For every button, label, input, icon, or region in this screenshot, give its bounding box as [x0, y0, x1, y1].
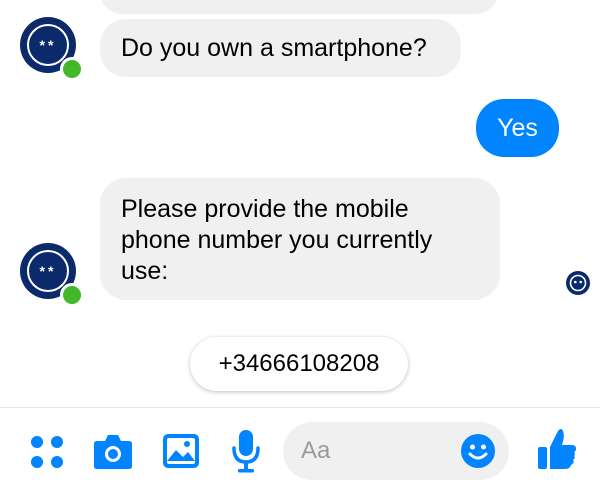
- user-message-bubble[interactable]: Yes: [476, 99, 559, 157]
- message-line: Please provide the mobile: [121, 195, 409, 223]
- message-composer[interactable]: [283, 422, 509, 480]
- online-status-dot: [60, 283, 84, 307]
- message-bubble[interactable]: Please provide the mobile phone number y…: [100, 178, 500, 300]
- message-text: Do you own a smartphone?: [121, 33, 427, 62]
- message-line: use:: [121, 257, 169, 285]
- microphone-icon[interactable]: [231, 429, 261, 473]
- message-line: phone number you currently: [121, 226, 433, 254]
- quick-reply-label: +34666108208: [218, 350, 380, 377]
- message-input[interactable]: [301, 434, 451, 468]
- like-thumb-icon[interactable]: [537, 428, 577, 470]
- quick-reply-button[interactable]: +34666108208: [190, 337, 408, 391]
- bot-avatar-icon[interactable]: **: [20, 243, 84, 307]
- previous-message-bubble: [100, 0, 498, 14]
- gallery-icon[interactable]: [162, 433, 200, 469]
- camera-icon[interactable]: [93, 432, 133, 470]
- online-status-dot: [60, 57, 84, 81]
- emoji-icon[interactable]: [460, 433, 496, 469]
- message-text: Yes: [497, 113, 538, 142]
- message-bubble[interactable]: Do you own a smartphone?: [100, 19, 461, 77]
- bot-avatar-icon[interactable]: **: [20, 17, 84, 81]
- more-dots-icon[interactable]: [29, 434, 65, 470]
- read-receipt-icon: [566, 271, 590, 295]
- composer-divider: [0, 407, 600, 408]
